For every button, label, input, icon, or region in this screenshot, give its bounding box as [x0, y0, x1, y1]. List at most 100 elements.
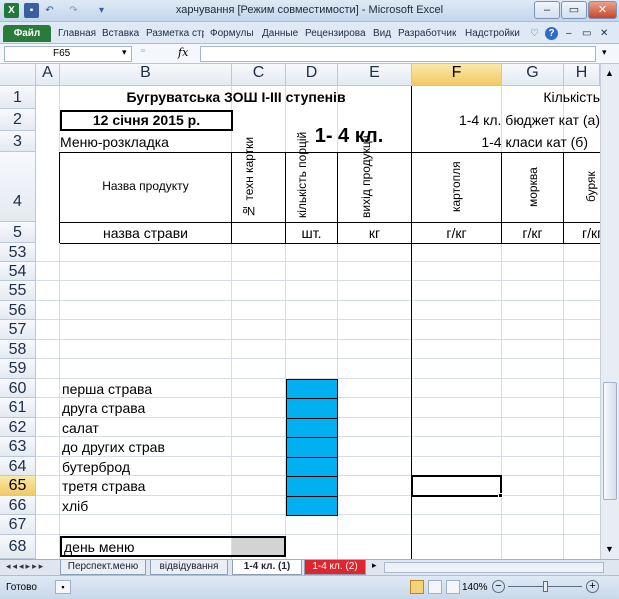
tab-review[interactable]: Рецензирова [305, 25, 367, 42]
portions-cell-61[interactable] [286, 398, 338, 419]
tab-file[interactable]: Файл [3, 25, 51, 42]
row-header-54[interactable]: 54 [0, 262, 36, 281]
page-break-view-icon[interactable] [446, 580, 460, 594]
row-header-3[interactable]: 3 [0, 131, 36, 152]
row-header-68[interactable]: 68 [0, 535, 36, 559]
zoom-in-icon[interactable]: + [586, 580, 599, 593]
portions-cell-63[interactable] [286, 437, 338, 458]
row-header-4[interactable]: 4 [0, 152, 36, 222]
menu-layout-label[interactable]: Меню-розкладка [60, 133, 169, 151]
zoom-slider-thumb[interactable] [543, 581, 548, 592]
dish-salad[interactable]: салат [62, 419, 99, 437]
portions-header[interactable]: кількість порцій [295, 132, 309, 218]
tab-data[interactable]: Данные [262, 25, 298, 42]
select-all-corner[interactable] [0, 64, 36, 86]
budget-a-label[interactable]: 1-4 кл. бюджет кат (а) [412, 111, 600, 129]
row-header-2[interactable]: 2 [0, 109, 36, 131]
help-icon[interactable]: ? [545, 27, 558, 40]
dish-third-course[interactable]: третя страва [62, 477, 145, 495]
classes-b-label[interactable]: 1-4 класи кат (б) [412, 133, 588, 151]
close-button[interactable]: ✕ [588, 1, 617, 19]
portions-cell-65[interactable] [286, 476, 338, 497]
horizontal-scrollbar[interactable] [384, 562, 604, 573]
name-box-dropdown-icon[interactable]: ▾ [122, 47, 127, 58]
active-cell-f65[interactable] [411, 475, 502, 497]
scroll-thumb[interactable] [603, 382, 617, 500]
sheet-tab-1-4-2[interactable]: 1-4 кл. (2) [304, 560, 366, 575]
product-name-header[interactable]: Назва продукту [60, 177, 231, 195]
menu-day-label[interactable]: день меню [64, 538, 135, 556]
column-header-e[interactable]: E [338, 64, 412, 86]
unit-g-kg-beet[interactable]: г/кг [582, 224, 602, 242]
sheet-scroll-icon[interactable]: ▸ [372, 560, 382, 571]
column-header-d[interactable]: D [286, 64, 338, 86]
row-header-65[interactable]: 65 [0, 476, 36, 496]
portions-cell-62[interactable] [286, 418, 338, 438]
column-header-f[interactable]: F [412, 64, 502, 86]
row-header-56[interactable]: 56 [0, 301, 36, 320]
card-no-header[interactable]: № техн картки [242, 137, 256, 218]
normal-view-icon[interactable] [410, 580, 424, 594]
dish-name-header[interactable]: назва страви [60, 224, 231, 242]
unit-kg[interactable]: кг [338, 224, 411, 242]
sheet-tab-perspective-menu[interactable]: Перспект.меню [60, 560, 146, 575]
minimize-button[interactable]: – [534, 1, 560, 19]
row-header-53[interactable]: 53 [0, 243, 36, 262]
dish-side[interactable]: до других страв [62, 438, 165, 456]
school-title[interactable]: Бугруватська ЗОШ І-ІІІ ступенів [60, 88, 412, 106]
ribbon-minimize-icon[interactable]: ♡ [530, 25, 539, 42]
workbook-close-icon[interactable]: ✕ [600, 25, 608, 42]
formula-input[interactable] [200, 46, 596, 62]
tab-formulas[interactable]: Формулы [210, 25, 254, 42]
column-header-g[interactable]: G [502, 64, 564, 86]
unit-pcs[interactable]: шт. [286, 224, 337, 242]
tab-view[interactable]: Вид [373, 25, 391, 42]
row-header-59[interactable]: 59 [0, 359, 36, 379]
workbook-restore-icon[interactable]: ▭ [582, 25, 591, 42]
quantity-heading[interactable]: Кількість [520, 88, 600, 106]
dish-first-course[interactable]: перша страва [62, 380, 152, 398]
column-header-h[interactable]: H [564, 64, 600, 86]
unit-g-kg-potato[interactable]: г/кг [412, 224, 501, 242]
spreadsheet-grid[interactable]: A B C D E F G H 1 2 3 4 5 53 54 55 56 57… [0, 64, 619, 559]
insert-function-icon[interactable]: fx [178, 46, 188, 59]
row-header-5[interactable]: 5 [0, 222, 36, 243]
column-header-a[interactable]: A [36, 64, 60, 86]
column-header-c[interactable]: C [232, 64, 286, 86]
menu-day-value[interactable] [232, 538, 284, 555]
tab-insert[interactable]: Вставка [102, 25, 139, 42]
beet-header[interactable]: буряк [584, 156, 598, 218]
macro-record-icon[interactable]: ▪ [55, 580, 71, 594]
portions-cell-66[interactable] [286, 496, 338, 516]
row-header-57[interactable]: 57 [0, 320, 36, 340]
portions-cell-64[interactable] [286, 457, 338, 477]
row-header-58[interactable]: 58 [0, 340, 36, 359]
output-header[interactable]: вихід продукції [359, 135, 373, 218]
dish-sandwich[interactable]: бутерброд [62, 458, 130, 476]
sheet-nav-icons[interactable]: ◂◂◂▸▸▸ [6, 561, 45, 572]
zoom-out-icon[interactable]: − [492, 580, 505, 593]
unit-g-kg-carrot[interactable]: г/кг [502, 224, 563, 242]
maximize-button[interactable]: ▭ [561, 1, 587, 19]
fill-handle[interactable] [498, 493, 503, 498]
zoom-level[interactable]: 140% [462, 582, 488, 593]
potato-header[interactable]: картопля [449, 156, 463, 218]
expand-formula-icon[interactable]: ▾ [602, 47, 607, 58]
portions-cell-60[interactable] [286, 379, 338, 399]
row-header-66[interactable]: 66 [0, 496, 36, 515]
carrot-header[interactable]: морква [526, 156, 540, 218]
name-box[interactable]: F65 [4, 46, 132, 62]
row-header-67[interactable]: 67 [0, 515, 36, 535]
dish-bread[interactable]: хліб [62, 497, 88, 515]
tab-home[interactable]: Главная [58, 25, 96, 42]
tab-page-layout[interactable]: Разметка стр [146, 25, 204, 42]
row-header-1[interactable]: 1 [0, 86, 36, 109]
scroll-down-icon[interactable]: ▼ [605, 544, 614, 554]
tab-addins[interactable]: Надстройки [465, 25, 520, 42]
dish-second-course[interactable]: друга страва [62, 399, 145, 417]
vertical-scrollbar[interactable]: ▲ ▼ [600, 64, 619, 559]
page-layout-view-icon[interactable] [428, 580, 442, 594]
workbook-minimize-icon[interactable]: – [566, 25, 572, 42]
tab-developer[interactable]: Разработчик [398, 25, 456, 42]
row-header-64[interactable]: 64 [0, 457, 36, 476]
